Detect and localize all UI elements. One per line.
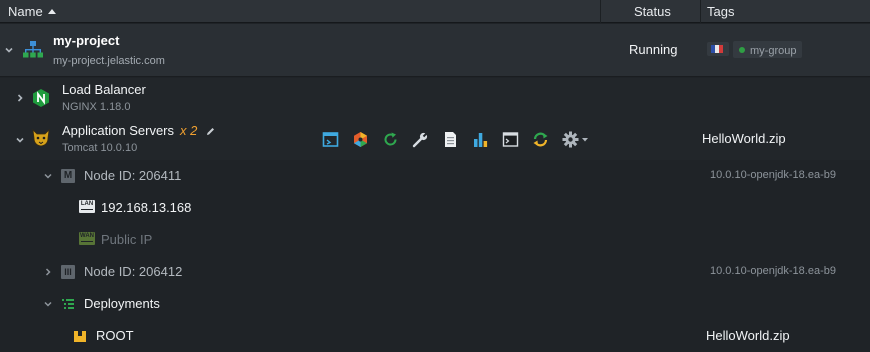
lan-badge-text: LAN (80, 201, 94, 207)
grid-header: Name Status Tags (0, 0, 870, 23)
load-balancer-version: NGINX 1.18.0 (62, 101, 131, 113)
group-tag[interactable]: my-group (733, 41, 803, 58)
master-node-icon: M (61, 169, 75, 183)
wan-ip-icon: WAN (79, 232, 95, 245)
app-servers-version: Tomcat 10.0.10 (62, 142, 138, 154)
slave-node-icon: III (61, 265, 75, 279)
name-column-header[interactable]: Name (8, 0, 56, 23)
chevron-right-icon[interactable] (43, 267, 53, 277)
group-tag-label: my-group (750, 45, 797, 57)
chevron-right-icon[interactable] (15, 93, 25, 103)
node-row[interactable]: M Node ID: 206411 10.0.10-openjdk-18.ea-… (0, 160, 870, 192)
column-divider (600, 0, 601, 23)
node-id-label[interactable]: Node ID: 206411 (84, 168, 181, 183)
public-ip-row[interactable]: WAN Public IP (0, 224, 870, 256)
log-button[interactable] (442, 131, 459, 153)
chevron-down-icon[interactable] (15, 135, 25, 145)
private-ip-address[interactable]: 192.168.13.168 (101, 200, 191, 215)
slave-node-badge: III (64, 267, 72, 277)
gear-icon (562, 131, 588, 148)
wan-badge-text: WAN (80, 233, 94, 239)
status-column-header[interactable]: Status (634, 0, 671, 23)
environment-domain-link[interactable]: my-project.jelastic.com (53, 55, 165, 67)
public-ip-label[interactable]: Public IP (101, 232, 152, 247)
node-count-multiplier[interactable]: x 2 (180, 123, 197, 138)
environment-name[interactable]: my-project (53, 33, 119, 48)
column-divider (700, 0, 701, 23)
nginx-icon (31, 88, 51, 113)
deployment-item-row[interactable]: ROOT HelloWorld.zip (0, 320, 870, 352)
restart-button[interactable] (382, 131, 399, 153)
load-balancer-row[interactable]: Load Balancer NGINX 1.18.0 (0, 78, 870, 119)
open-in-browser-icon (322, 132, 339, 147)
deployments-label[interactable]: Deployments (84, 296, 160, 311)
statistics-icon (474, 133, 488, 147)
load-balancer-name[interactable]: Load Balancer (62, 82, 146, 97)
add-ons-button[interactable] (352, 131, 369, 153)
web-ssh-button[interactable] (502, 131, 519, 153)
flag-france-icon (707, 42, 729, 56)
tomcat-icon (31, 128, 51, 153)
node-stack-version: 10.0.10-openjdk-18.ea-b9 (710, 169, 836, 181)
node-stack-version: 10.0.10-openjdk-18.ea-b9 (710, 265, 836, 277)
redeploy-button[interactable] (532, 131, 549, 153)
app-servers-name[interactable]: Application Servers (62, 123, 174, 138)
deployment-context-name[interactable]: ROOT (96, 328, 134, 343)
wrench-icon (412, 131, 429, 148)
master-node-badge: M (63, 170, 73, 181)
statistics-button[interactable] (472, 131, 489, 153)
group-dot-icon (739, 47, 745, 53)
chevron-down-icon[interactable] (43, 299, 53, 309)
package-icon (73, 329, 87, 348)
config-button[interactable] (412, 131, 429, 153)
environment-topology-icon (23, 40, 43, 65)
status-column-label: Status (634, 4, 671, 19)
deployments-list-icon (61, 297, 75, 316)
settings-button[interactable] (562, 131, 590, 153)
environment-row[interactable]: my-project my-project.jelastic.com Runni… (0, 24, 870, 77)
open-in-browser-button[interactable] (322, 131, 339, 153)
name-column-label: Name (8, 4, 43, 19)
deployed-app-label[interactable]: HelloWorld.zip (702, 131, 786, 146)
tags-column-header[interactable]: Tags (707, 0, 734, 23)
private-ip-row[interactable]: LAN 192.168.13.168 (0, 192, 870, 224)
redeploy-icon (533, 132, 548, 147)
lan-ip-icon: LAN (79, 200, 95, 213)
chevron-down-icon[interactable] (4, 45, 14, 55)
deployment-file-name: HelloWorld.zip (706, 328, 790, 343)
node-row[interactable]: III Node ID: 206412 10.0.10-openjdk-18.e… (0, 256, 870, 288)
add-ons-icon (354, 132, 367, 147)
log-file-icon (445, 132, 456, 147)
environment-status: Running (629, 42, 678, 57)
edit-pencil-icon[interactable] (205, 124, 216, 142)
terminal-icon (502, 132, 519, 147)
restart-icon (384, 132, 397, 146)
deployments-row[interactable]: Deployments (0, 288, 870, 320)
chevron-down-icon[interactable] (43, 171, 53, 181)
sort-asc-icon[interactable] (47, 9, 56, 14)
node-id-label[interactable]: Node ID: 206412 (84, 264, 182, 279)
app-servers-row[interactable]: Application Servers x 2 Tomcat 10.0.10 H… (0, 119, 870, 160)
tags-column-label: Tags (707, 4, 735, 19)
